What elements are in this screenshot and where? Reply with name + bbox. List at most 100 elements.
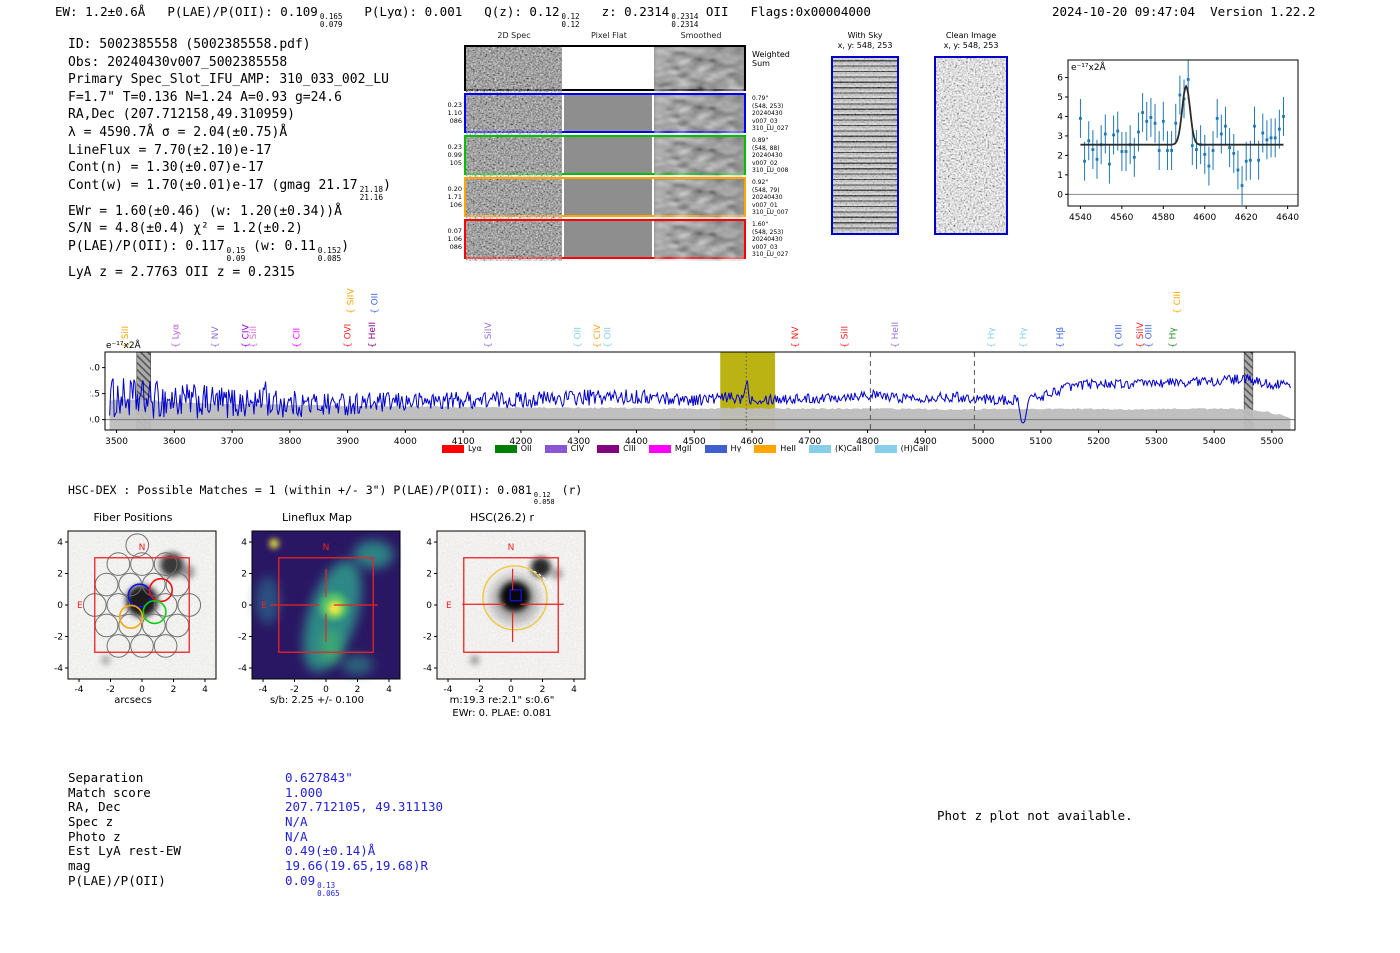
x-tick-label: -2 <box>475 685 484 694</box>
unit-label: e⁻¹⁷x2Å <box>1071 61 1107 73</box>
data-point <box>1145 119 1149 123</box>
left-label-line: 0.20 <box>447 185 462 193</box>
info-text: λ = 4590.7Å σ = 2.04(±0.75)Å <box>68 124 288 140</box>
header-metric-after: OII <box>698 4 729 19</box>
with-sky-title: With Sky x, y: 548, 253 <box>818 31 912 51</box>
y-tick-label: 2 <box>241 570 247 580</box>
y-tick-label: 2 <box>1057 151 1063 161</box>
spec2d-cell <box>564 47 652 89</box>
match-value: 1.000 <box>285 784 323 800</box>
spec2d-left-label-3: 0.07 1.06 086 <box>448 227 462 251</box>
data-point <box>1207 164 1211 168</box>
info-line-4: RA,Dec (207.712158,49.310959) <box>68 106 391 124</box>
lineflux-map-plot: -4 -4 -2 -2 0 0 2 2 4 4 N E <box>238 530 401 694</box>
left-label-line: 086 <box>449 117 462 125</box>
info-text: RA,Dec (207.712158,49.310959) <box>68 107 295 123</box>
error-band <box>109 399 1291 430</box>
header-metric-0: EW: 1.2±0.6Å <box>55 4 145 29</box>
data-point <box>1190 144 1194 148</box>
info-text: Obs: 20240430v007_5002385558 <box>68 54 288 70</box>
header-metric-text: Flags:0x00004000 <box>750 4 871 19</box>
y-tick-label: 5 <box>1057 93 1063 103</box>
gaussian-fit <box>1080 84 1284 146</box>
x-tick-label: 0 <box>323 685 329 694</box>
spec2d-row <box>464 177 746 219</box>
spec2d-image <box>466 47 562 93</box>
neighbor-blob-2 <box>180 564 195 579</box>
x-tick-label: 5000 <box>972 437 995 447</box>
right-label-line: (548, 88) <box>752 144 780 152</box>
x-tick-label: 4 <box>202 685 208 694</box>
data-point <box>1211 149 1215 152</box>
data-point <box>1248 158 1252 162</box>
legend-item-OII: OII <box>494 444 532 453</box>
spectral-line-label: { OII <box>371 293 381 314</box>
spectral-line-label: { HeII <box>891 322 901 348</box>
fiber-positions-title: Fiber Positions <box>93 511 173 524</box>
fiber-positions-plot: -4 -4 -2 -2 0 0 2 2 4 4 N E <box>54 530 217 694</box>
match-label: P(LAE)/P(OII) <box>68 872 166 888</box>
info-text: F=1.7" T=0.136 N=1.24 A=0.93 g=24.6 <box>68 89 342 105</box>
with-sky-image <box>831 56 899 235</box>
x-tick-label: 4 <box>386 685 392 694</box>
y-tick-label: 0 <box>57 601 63 611</box>
header-metric-text: Q(z): 0.12 <box>484 4 560 19</box>
spec2d-cell <box>466 47 562 93</box>
spectral-line-label: { SiII <box>249 326 259 348</box>
match-label: RA, Dec <box>68 799 121 815</box>
hsc-caption-2: EWr: 0. PLAE: 0.081 <box>452 708 552 719</box>
y-tick-label: 1 <box>1057 171 1063 181</box>
spec2d-image <box>654 137 744 177</box>
frac-value: 0.165 0.079 <box>320 13 343 29</box>
clean-image-title: Clean Image x, y: 548, 253 <box>922 31 1020 51</box>
x-tick-label: 5100 <box>1029 437 1052 447</box>
right-label-line: 310_LU_008 <box>752 167 789 175</box>
y-tick-label: 6 <box>1057 74 1063 84</box>
legend-label: CIV <box>570 444 585 453</box>
east-label: E <box>77 601 83 611</box>
left-label-line: 105 <box>449 159 462 167</box>
y-tick-label: 0 <box>1057 190 1063 200</box>
legend-label: CIII <box>623 444 636 453</box>
right-label-line: v007_01 <box>752 201 778 209</box>
spec2d-image <box>654 179 744 219</box>
spec2d-row <box>464 93 746 135</box>
data-point <box>1269 136 1273 140</box>
info-text: Cont(n) = 1.30(±0.07)e-17 <box>68 160 264 176</box>
version: Version 1.22.2 <box>1210 4 1316 19</box>
hsc-dex-text: HSC-DEX : Possible Matches = 1 (within +… <box>68 483 532 497</box>
legend-label: Lyα <box>468 444 482 453</box>
spec2d-cell <box>654 137 744 177</box>
y-tick-label: 4 <box>426 538 432 548</box>
info-line-9: EWr = 1.60(±0.46) (w: 1.20(±0.34))Å <box>68 203 391 221</box>
legend-swatch <box>494 444 517 453</box>
data-point <box>1195 148 1198 151</box>
legend-item-CIV: CIV <box>544 444 585 453</box>
col-title-smoothed: Smoothed <box>680 31 722 40</box>
spec2d-image <box>466 221 562 261</box>
north-label: N <box>508 543 515 553</box>
col-title-2dspec: 2D Spec <box>497 31 531 40</box>
data-point <box>1087 139 1091 143</box>
lineflux-map-title: Lineflux Map <box>281 511 353 524</box>
x-tick-label: 3700 <box>221 437 244 447</box>
spec2d-image <box>654 95 744 135</box>
x-tick-label: 4540 <box>1069 213 1092 223</box>
legend-swatch <box>648 444 671 453</box>
data-point <box>1083 159 1086 163</box>
x-tick-label: 5200 <box>1087 437 1110 447</box>
spectral-line-label: { Hγ <box>987 327 997 348</box>
data-point <box>1178 93 1182 97</box>
x-tick-label: -4 <box>75 685 84 694</box>
legend-swatch <box>754 444 777 453</box>
spec2d-cell <box>564 221 652 257</box>
x-tick-label: 3600 <box>163 437 186 447</box>
y-tick-label: 2.5 <box>90 390 100 400</box>
data-point <box>1228 146 1232 149</box>
data-point <box>1132 155 1136 159</box>
data-point <box>1124 150 1128 153</box>
info-text: LineFlux = 7.70(±2.10)e-17 <box>68 142 272 158</box>
header-metric-text: P(LAE)/P(OII): 0.109 <box>167 4 318 19</box>
data-point <box>1091 148 1095 151</box>
data-point <box>1282 115 1285 118</box>
